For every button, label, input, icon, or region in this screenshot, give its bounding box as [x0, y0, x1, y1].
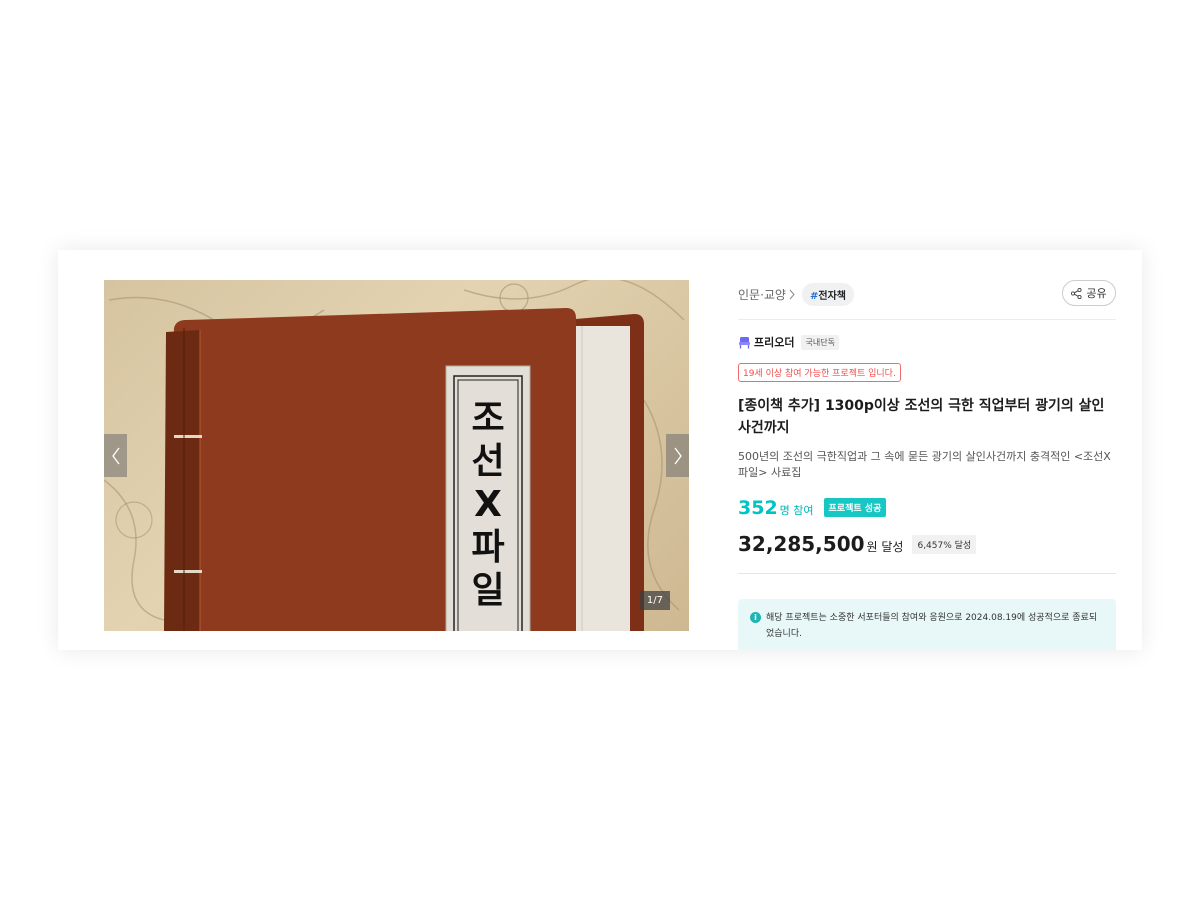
project-info: 인문·교양 #전자책 공유 프리오더 국내단독 19세 이상 참여 가능한 프로… — [738, 280, 1116, 650]
project-card: 조 선 X 파 일 1/7 인문·교양 #전자책 공유 프리오더 국내단독 19… — [58, 250, 1142, 650]
divider — [738, 573, 1116, 574]
tag-ebook[interactable]: #전자책 — [801, 282, 854, 306]
maker-chair-icon — [739, 336, 750, 348]
breadcrumb: 인문·교양 #전자책 공유 — [738, 280, 1116, 308]
project-title: [종이책 추가] 1300p이상 조선의 극한 직업부터 광기의 살인사건까지 — [738, 398, 1105, 436]
cover-title-char: 선 — [471, 441, 505, 482]
breadcrumb-category[interactable]: 인문·교양 — [738, 286, 799, 303]
share-button[interactable]: 공유 — [1062, 280, 1116, 306]
share-icon — [1071, 287, 1082, 299]
info-icon: i — [750, 612, 761, 623]
notice-text: 해당 프로젝트는 소중한 서포터들의 참여와 응원으로 2024.08.19에 … — [766, 613, 1098, 639]
chevron-left-icon — [111, 447, 120, 464]
age-restriction-badge: 19세 이상 참여 가능한 프로젝트 입니다. — [738, 363, 901, 382]
funded-amount: 32,285,500 — [738, 532, 865, 556]
divider — [738, 319, 1116, 320]
share-label: 공유 — [1086, 287, 1107, 300]
project-subtitle: 500년의 조선의 극한직업과 그 속에 묻든 광기의 살인사건까지 충격적인 … — [738, 450, 1111, 479]
status-badge: 프로젝트 성공 — [823, 498, 887, 517]
cover-title-char: X — [474, 484, 502, 525]
amount-stat: 32,285,500 원 달성 6,457% 달성 — [738, 532, 1116, 557]
completion-notice: i 해당 프로젝트는 소중한 서포터들의 참여와 응원으로 2024.08.19… — [738, 599, 1116, 650]
chevron-right-icon — [789, 289, 795, 299]
chevron-right-icon — [673, 447, 682, 464]
participant-unit: 명 참여 — [779, 504, 814, 517]
book-cover-image — [104, 280, 685, 631]
cover-title-char: 일 — [471, 570, 505, 611]
book-cover-title: 조 선 X 파 일 — [456, 375, 520, 631]
funded-amount-unit: 원 달성 — [866, 540, 904, 554]
gallery-counter: 1/7 — [639, 591, 670, 610]
maker-badge: 국내단독 — [801, 334, 839, 350]
achievement-percent: 6,457% 달성 — [912, 535, 977, 554]
maker-info[interactable]: 프리오더 국내단독 — [738, 334, 1116, 350]
gallery-prev-button[interactable] — [104, 434, 127, 477]
participant-count: 352 — [738, 497, 778, 519]
cover-title-char: 조 — [471, 398, 505, 439]
tag-label: 전자책 — [818, 290, 846, 302]
maker-name: 프리오더 — [754, 336, 795, 349]
image-gallery: 조 선 X 파 일 1/7 — [104, 280, 689, 631]
cover-title-char: 파 — [471, 527, 505, 568]
participant-stat: 352 명 참여 프로젝트 성공 — [738, 497, 1116, 520]
gallery-next-button[interactable] — [666, 434, 689, 477]
breadcrumb-category-label: 인문·교양 — [738, 287, 786, 302]
